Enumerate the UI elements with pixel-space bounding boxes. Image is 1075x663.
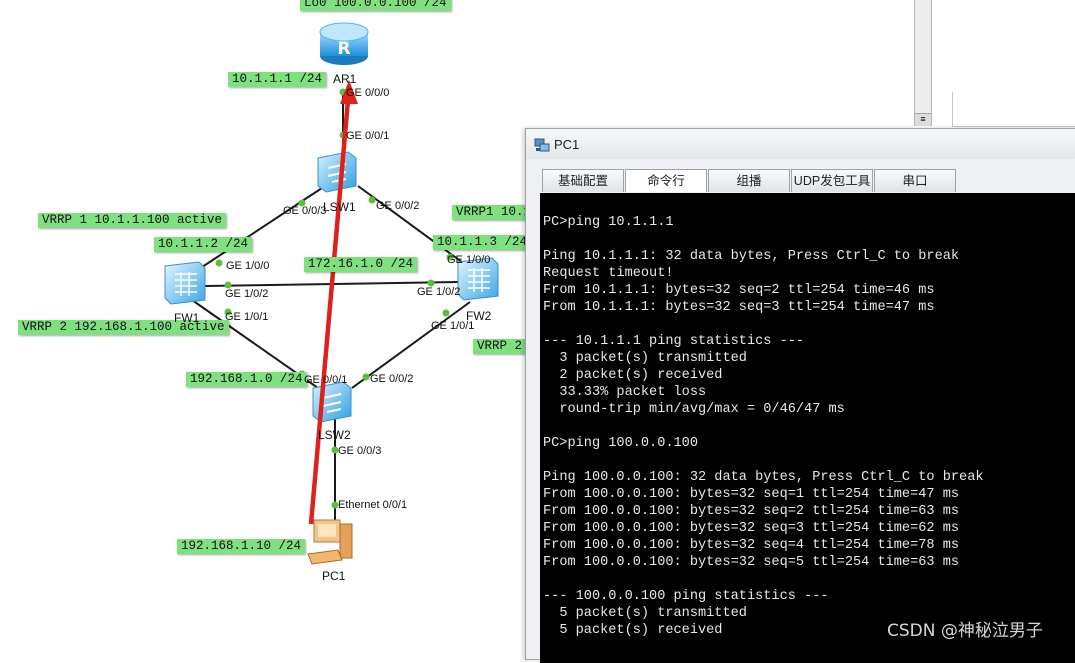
- fw1-address-tag: 10.1.1.2 /24: [154, 237, 253, 252]
- window-title: PC1: [554, 137, 580, 152]
- ar1-label: AR1: [333, 72, 357, 86]
- tab-command-line[interactable]: 命令行: [625, 169, 707, 192]
- pc1-address-tag: 192.168.1.10 /24: [177, 539, 306, 554]
- background-window-panel: [952, 92, 1075, 127]
- lo0-address-tag: Lo0 100.0.0.100 /24: [300, 0, 451, 11]
- window-titlebar[interactable]: PC1: [526, 129, 1075, 159]
- tab-udp-tool[interactable]: UDP发包工具: [791, 169, 873, 192]
- tab-basic-config[interactable]: 基础配置: [542, 169, 624, 192]
- router-ar1-icon[interactable]: R: [319, 22, 369, 65]
- watermark-text: CSDN @神秘泣男子: [887, 621, 1043, 641]
- pc-pc1-icon[interactable]: [307, 519, 353, 565]
- background-window-scrollbar[interactable]: ≡: [914, 0, 932, 126]
- lsw1-label: LSW1: [323, 200, 356, 214]
- pc1-label: PC1: [322, 569, 346, 583]
- ar1-address-tag: 10.1.1.1 /24: [228, 72, 327, 87]
- lsw1-ge002-label: GE 0/0/2: [376, 200, 420, 212]
- pc1-console-window[interactable]: PC1 基础配置 命令行 组播 UDP发包工具 串口 PC>ping 10.1.…: [525, 128, 1075, 663]
- lsw1-ge003-label: GE 0/0/3: [283, 205, 327, 217]
- vrrp1-fw1-tag: VRRP 1 10.1.1.100 active: [38, 213, 227, 228]
- terminal-output: PC>ping 10.1.1.1 Ping 10.1.1.1: 32 data …: [543, 215, 984, 638]
- scroll-grip-icon[interactable]: ≡: [915, 113, 931, 126]
- fw2-ge102-label: GE 1/0/2: [417, 286, 461, 298]
- fw-link-network-tag: 172.16.1.0 /24: [304, 257, 418, 272]
- lsw2-ge003-label: GE 0/0/3: [338, 445, 382, 457]
- svg-text:R: R: [337, 39, 350, 59]
- switch-lsw1-icon[interactable]: [317, 151, 357, 193]
- tab-serial-port[interactable]: 串口: [874, 169, 956, 192]
- lsw2-ge001-label: GE 0/0/1: [304, 374, 348, 386]
- ar1-port-label: GE 0/0/0: [346, 87, 390, 99]
- fw2-ge100-label: GE 1/0/0: [447, 254, 491, 266]
- fw2-ge101-label: GE 1/0/1: [431, 320, 475, 332]
- fw2-address-tag: 10.1.1.3 /24: [433, 235, 532, 250]
- lsw1-ge001-label: GE 0/0/1: [346, 130, 390, 142]
- command-terminal[interactable]: PC>ping 10.1.1.1 Ping 10.1.1.1: 32 data …: [540, 193, 1075, 663]
- fw1-ge100-label: GE 1/0/0: [226, 260, 270, 272]
- vrrp2-fw2-tag: VRRP 2: [473, 339, 527, 354]
- tab-multicast[interactable]: 组播: [708, 169, 790, 192]
- firewall-fw1-icon[interactable]: [164, 261, 206, 305]
- fw1-ge101-label: GE 1/0/1: [225, 311, 269, 323]
- fw1-label: FW1: [174, 311, 200, 325]
- lsw2-ge002-label: GE 0/0/2: [370, 373, 414, 385]
- pc-window-icon: [534, 138, 550, 152]
- vrrp1-fw2-tag: VRRP1 10.1: [452, 205, 536, 220]
- pc1-ethernet-label: Ethernet 0/0/1: [338, 499, 408, 511]
- lsw2-label: LSW2: [318, 428, 351, 442]
- lsw2-network-tag: 192.168.1.0 /24: [186, 372, 307, 387]
- fw1-ge102-label: GE 1/0/2: [225, 288, 269, 300]
- tab-bar: 基础配置 命令行 组播 UDP发包工具 串口: [542, 169, 957, 193]
